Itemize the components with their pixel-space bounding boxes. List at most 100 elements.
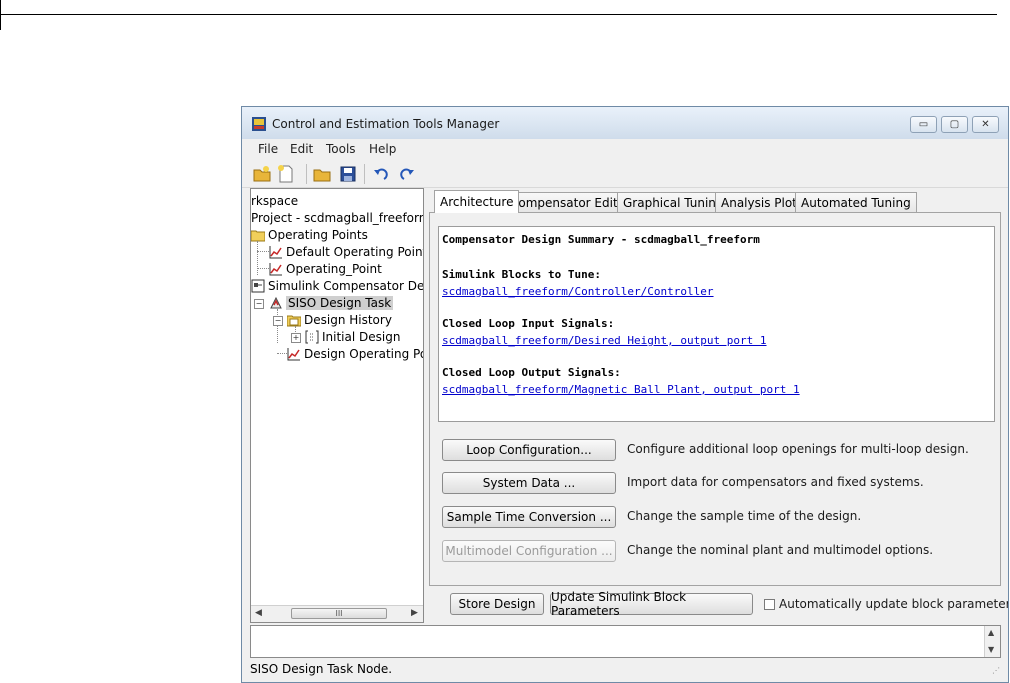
tree-item-operating-point[interactable]: Operating_Point	[269, 260, 382, 277]
close-icon: ✕	[981, 119, 990, 130]
input-signals-heading: Closed Loop Input Signals:	[442, 317, 615, 330]
sample-time-description: Change the sample time of the design.	[627, 509, 862, 523]
menu-help[interactable]: Help	[369, 142, 396, 156]
message-scrollbar[interactable]: ▲ ▼	[984, 626, 1000, 657]
tab-graphical-tuning[interactable]: Graphical Tuning	[617, 192, 730, 212]
operating-point-icon	[269, 262, 282, 275]
button-label: Update Simulink Block Parameters	[551, 590, 687, 618]
tab-architecture[interactable]: Architecture	[434, 190, 520, 213]
tree-item-label: Operating Points	[268, 227, 368, 242]
toolbar-separator	[364, 164, 365, 184]
tab-label: Graphical Tuning	[623, 195, 724, 210]
system-data-button[interactable]: System Data ...	[442, 472, 616, 494]
menu-tools[interactable]: Tools	[326, 142, 356, 156]
tree-item-design-history[interactable]: Design History	[287, 311, 392, 328]
undo-icon[interactable]	[372, 165, 390, 183]
output-signals-heading: Closed Loop Output Signals:	[442, 366, 621, 379]
scroll-up-icon[interactable]: ▲	[988, 628, 994, 637]
tab-automated-tuning[interactable]: Automated Tuning	[795, 192, 917, 212]
tree-collapse-toggle[interactable]: −	[273, 316, 283, 326]
tree-item-workspace[interactable]: rkspace	[251, 192, 298, 209]
tree-connector	[277, 353, 287, 354]
maximize-button[interactable]: ▢	[941, 116, 968, 133]
button-label: Multimodel Configuration ...	[445, 544, 613, 558]
minimize-icon: ▭	[918, 119, 929, 130]
loop-configuration-description: Configure additional loop openings for m…	[627, 442, 969, 456]
tree-item-label: Initial Design	[322, 329, 401, 344]
tab-label: Architecture	[440, 195, 514, 209]
auto-update-checkbox[interactable]	[764, 599, 775, 610]
toolbar-separator	[306, 164, 307, 184]
button-label: Loop Configuration...	[466, 443, 592, 457]
menu-bar: File Edit Tools Help	[242, 139, 1008, 159]
scroll-thumb[interactable]: III	[291, 608, 387, 619]
scroll-down-icon[interactable]: ▼	[988, 645, 994, 654]
scroll-thumb-grip: III	[335, 609, 343, 618]
tree-item-project[interactable]: Project - scdmagball_freeform	[251, 209, 424, 226]
window-title: Control and Estimation Tools Manager	[272, 117, 500, 131]
menu-edit[interactable]: Edit	[290, 142, 313, 156]
blocks-heading: Simulink Blocks to Tune:	[442, 268, 601, 281]
loop-configuration-button[interactable]: Loop Configuration...	[442, 439, 616, 461]
tab-label: Automated Tuning	[801, 195, 911, 210]
folder-icon	[287, 315, 301, 326]
siso-task-icon	[270, 296, 282, 308]
tree-item-label: rkspace	[251, 193, 299, 208]
tree-connector	[257, 241, 258, 275]
status-bar: SISO Design Task Node.	[250, 662, 393, 676]
tree-item-initial-design[interactable]: Initial Design	[305, 328, 400, 345]
message-area[interactable]: ▲ ▼	[250, 625, 1001, 658]
multimodel-description: Change the nominal plant and multimodel …	[627, 543, 934, 557]
design-panel: Architecture Compensator Editor Graphica…	[429, 188, 1008, 622]
save-icon[interactable]	[339, 165, 357, 183]
new-task-icon[interactable]	[277, 165, 295, 183]
tree-item-default-operating-point[interactable]: Default Operating Point	[269, 243, 424, 260]
new-project-icon[interactable]	[253, 165, 271, 183]
tree-item-simulink-compensator[interactable]: Simulink Compensator Design	[251, 277, 424, 294]
title-bar[interactable]: Control and Estimation Tools Manager ▭ ▢…	[242, 107, 1008, 140]
auto-update-label: Automatically update block parameters	[779, 597, 1009, 611]
tree-item-label: Simulink Compensator Design	[268, 278, 424, 293]
minimize-button[interactable]: ▭	[910, 116, 937, 133]
tree-item-label: SISO Design Task	[286, 295, 394, 310]
design-summary: Compensator Design Summary - scdmagball_…	[438, 226, 995, 422]
maximize-icon: ▢	[949, 119, 960, 130]
tree-item-operating-points[interactable]: Operating Points	[251, 226, 368, 243]
button-label: Sample Time Conversion ...	[446, 510, 612, 524]
tree-item-siso-design-task[interactable]: SISO Design Task	[269, 294, 394, 311]
page-header-rule	[0, 14, 997, 15]
system-data-description: Import data for compensators and fixed s…	[627, 475, 924, 489]
tree-horizontal-scrollbar[interactable]: ◀ III ▶	[251, 605, 423, 622]
input-signal-link[interactable]: scdmagball_freeform/Desired Height, outp…	[442, 334, 767, 347]
tree-item-design-operating-point[interactable]: Design Operating Point	[287, 345, 423, 362]
design-snapshot-icon	[305, 330, 319, 343]
scroll-left-icon[interactable]: ◀	[255, 608, 262, 618]
store-design-button[interactable]: Store Design	[450, 593, 544, 615]
open-folder-icon[interactable]	[313, 165, 331, 183]
tree-collapse-toggle[interactable]: −	[254, 299, 264, 309]
tree-connector	[277, 309, 278, 343]
summary-title: Compensator Design Summary - scdmagball_…	[442, 233, 760, 246]
tree-item-label: Design Operating Point	[304, 346, 423, 361]
app-icon	[252, 117, 266, 131]
redo-icon[interactable]	[398, 165, 416, 183]
multimodel-configuration-button[interactable]: Multimodel Configuration ...	[442, 540, 616, 562]
blocks-link[interactable]: scdmagball_freeform/Controller/Controlle…	[442, 285, 714, 298]
toolbar	[242, 159, 1008, 188]
operating-point-icon	[287, 347, 300, 360]
tree-expand-toggle[interactable]: +	[291, 333, 301, 343]
folder-icon	[251, 230, 265, 241]
project-tree[interactable]: rkspace Project - scdmagball_freeform Op…	[250, 188, 424, 623]
scroll-right-icon[interactable]: ▶	[411, 608, 418, 618]
update-block-parameters-button[interactable]: Update Simulink Block Parameters	[550, 590, 753, 618]
sample-time-conversion-button[interactable]: Sample Time Conversion ...	[442, 506, 616, 528]
architecture-tab-content: Compensator Design Summary - scdmagball_…	[429, 212, 1001, 586]
tree-item-label: Default Operating Point	[286, 244, 424, 259]
resize-grip-icon[interactable]: ⋰	[992, 666, 1002, 676]
tree-item-label: Project - scdmagball_freeform	[251, 210, 424, 225]
button-label: Store Design	[458, 597, 536, 611]
output-signal-link[interactable]: scdmagball_freeform/Magnetic Ball Plant,…	[442, 383, 800, 396]
button-label: System Data ...	[482, 476, 576, 490]
menu-file[interactable]: File	[258, 142, 278, 156]
close-button[interactable]: ✕	[972, 116, 999, 133]
